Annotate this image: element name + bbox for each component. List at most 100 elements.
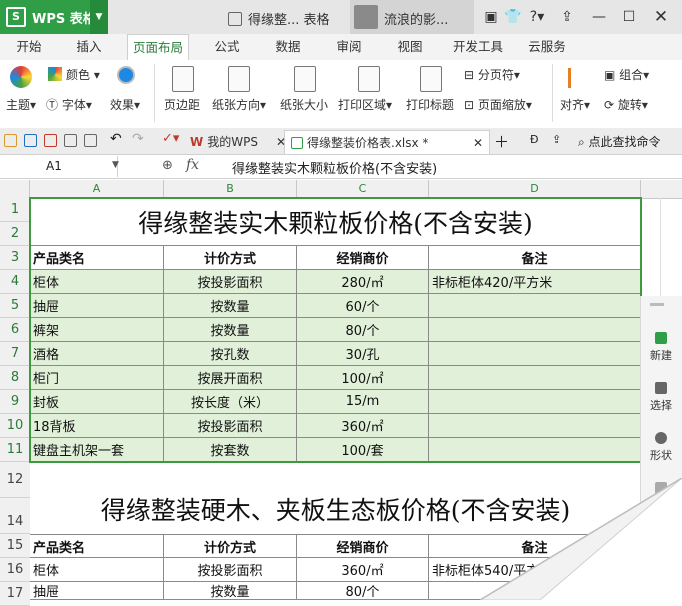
tab-my-wps[interactable]: W 我的WPS ✕ [190,130,286,154]
table1-header-cell[interactable]: 产品类名 [30,246,164,270]
row-header[interactable]: 5 [0,294,30,318]
side-select-button[interactable]: 选择 [644,382,678,413]
table1-cell[interactable] [429,342,641,366]
align-button[interactable]: 对齐▾ [560,96,590,113]
table1-cell[interactable]: 酒格 [30,342,164,366]
select-all-corner[interactable] [0,180,30,198]
tab-insert[interactable]: 插入 [66,34,112,60]
group-button[interactable]: ▣ 组合▾ [604,66,649,83]
table1-cell[interactable]: 280/㎡ [297,270,429,294]
tab-view[interactable]: 视图 [387,34,433,60]
table1-title-cell[interactable]: 得缘整装实木颗粒板价格(不含安装) [30,198,641,246]
table2-cell[interactable]: 按数量 [164,582,297,600]
page-break-button[interactable]: ⊟ 分页符▾ [464,66,520,83]
table2-cell[interactable]: 柜体 [30,558,164,582]
table1-cell[interactable] [429,318,641,342]
table2-cell[interactable]: 360/㎡ [297,558,429,582]
table1-cell[interactable]: 按长度（米） [164,390,297,414]
table1-cell[interactable] [429,438,641,462]
row-header[interactable]: 6 [0,318,30,342]
close-icon[interactable]: ✕ [473,131,483,155]
font-button[interactable]: Ⓣ 字体▾ [46,96,92,113]
help-icon[interactable]: ? ▾ [522,0,552,34]
customize-icon[interactable]: ✓▾ [162,131,179,146]
table1-cell[interactable]: 按投影面积 [164,270,297,294]
row-header[interactable]: 17 [0,582,30,606]
chevron-down-icon[interactable]: ▼ [112,160,119,170]
row-header[interactable]: 8 [0,366,30,390]
table1-cell[interactable]: 按套数 [164,438,297,462]
row-header[interactable]: 10 [0,414,30,438]
tab-data[interactable]: 数据 [265,34,311,60]
row-header[interactable]: 14 [0,498,30,534]
table2-header-cell[interactable]: 经销商价 [297,534,429,558]
table1-cell[interactable]: 360/㎡ [297,414,429,438]
table1-cell[interactable]: 抽屉 [30,294,164,318]
effect-button[interactable]: 效果▾ [110,96,140,113]
tab-document[interactable]: 得缘整装价格表.xlsx * ✕ [284,130,490,154]
tab-developer[interactable]: 开发工具 [448,34,508,60]
column-header-a[interactable]: A [30,180,164,198]
drag-handle[interactable] [650,303,664,306]
print-icon[interactable] [64,134,77,147]
rotate-button[interactable]: ⟳ 旋转▾ [604,96,648,113]
table1-cell[interactable]: 15/m [297,390,429,414]
maximize-icon[interactable]: ☐ [614,0,644,34]
user-account[interactable]: 流浪的影... [350,0,474,34]
theme-button[interactable]: 主题▾ [6,96,36,113]
print-titles-button[interactable]: 打印标题 [406,96,454,113]
row-header[interactable]: 15 [0,534,30,558]
tab-home[interactable]: 开始 [6,34,52,60]
table1-cell[interactable]: 60/个 [297,294,429,318]
share-icon[interactable]: ⇪ [552,133,561,146]
row-header[interactable]: 4 [0,270,30,294]
table1-cell[interactable] [429,294,641,318]
table1-cell[interactable]: 柜体 [30,270,164,294]
table1-cell[interactable]: 非标柜体420/平方米 [429,270,641,294]
table1-header-cell[interactable]: 备注 [429,246,641,270]
row-header[interactable]: 2 [0,222,30,246]
row-header[interactable]: 16 [0,558,30,582]
zoom-icon[interactable]: ⊕ [162,158,173,173]
fx-icon[interactable]: fx [186,157,199,173]
table1-cell[interactable]: 按投影面积 [164,414,297,438]
paper-size-button[interactable]: 纸张大小 [280,96,328,113]
tab-cloud[interactable]: 云服务 [522,34,572,60]
side-new-button[interactable]: 新建 [644,332,678,363]
table2-header-cell[interactable]: 计价方式 [164,534,297,558]
sync-icon[interactable]: Ð [530,133,539,146]
color-button[interactable]: 颜色 ▾ [66,66,100,83]
table1-cell[interactable] [429,366,641,390]
redo-icon[interactable]: ↷ [132,131,144,147]
table1-cell[interactable]: 封板 [30,390,164,414]
table1-cell[interactable]: 100/㎡ [297,366,429,390]
page-zoom-button[interactable]: ⊡ 页面缩放▾ [464,96,532,113]
row-header[interactable]: 3 [0,246,30,270]
minimize-icon[interactable]: — [584,0,614,34]
row-header[interactable]: 7 [0,342,30,366]
table1-header-cell[interactable]: 计价方式 [164,246,297,270]
table1-cell[interactable]: 80/个 [297,318,429,342]
column-header-b[interactable]: B [164,180,297,198]
table1-header-cell[interactable]: 经销商价 [297,246,429,270]
print-area-button[interactable]: 打印区域▾ [338,96,392,113]
row-header[interactable]: 1 [0,198,30,222]
search-command[interactable]: ⌕ 点此查找命令 [578,133,661,150]
table2-cell[interactable]: 抽屉 [30,582,164,600]
wps-menu-button[interactable]: S WPS 表格 ▼ [0,0,108,34]
margins-button[interactable]: 页边距 [164,96,200,113]
table1-cell[interactable]: 按孔数 [164,342,297,366]
table1-cell[interactable]: 18背板 [30,414,164,438]
print-preview-icon[interactable] [84,134,97,147]
row-header[interactable]: 9 [0,390,30,414]
table2-header-cell[interactable]: 产品类名 [30,534,164,558]
orientation-button[interactable]: 纸张方向▾ [212,96,266,113]
restore-down-icon[interactable]: ⇪ [552,0,582,34]
tab-page-layout[interactable]: 页面布局 [127,34,189,60]
table1-cell[interactable]: 按展开面积 [164,366,297,390]
table1-cell[interactable]: 柜门 [30,366,164,390]
table1-cell[interactable] [429,390,641,414]
save-icon[interactable] [24,134,37,147]
row-header[interactable]: 12 [0,462,30,498]
undo-icon[interactable]: ↶ [110,131,122,147]
